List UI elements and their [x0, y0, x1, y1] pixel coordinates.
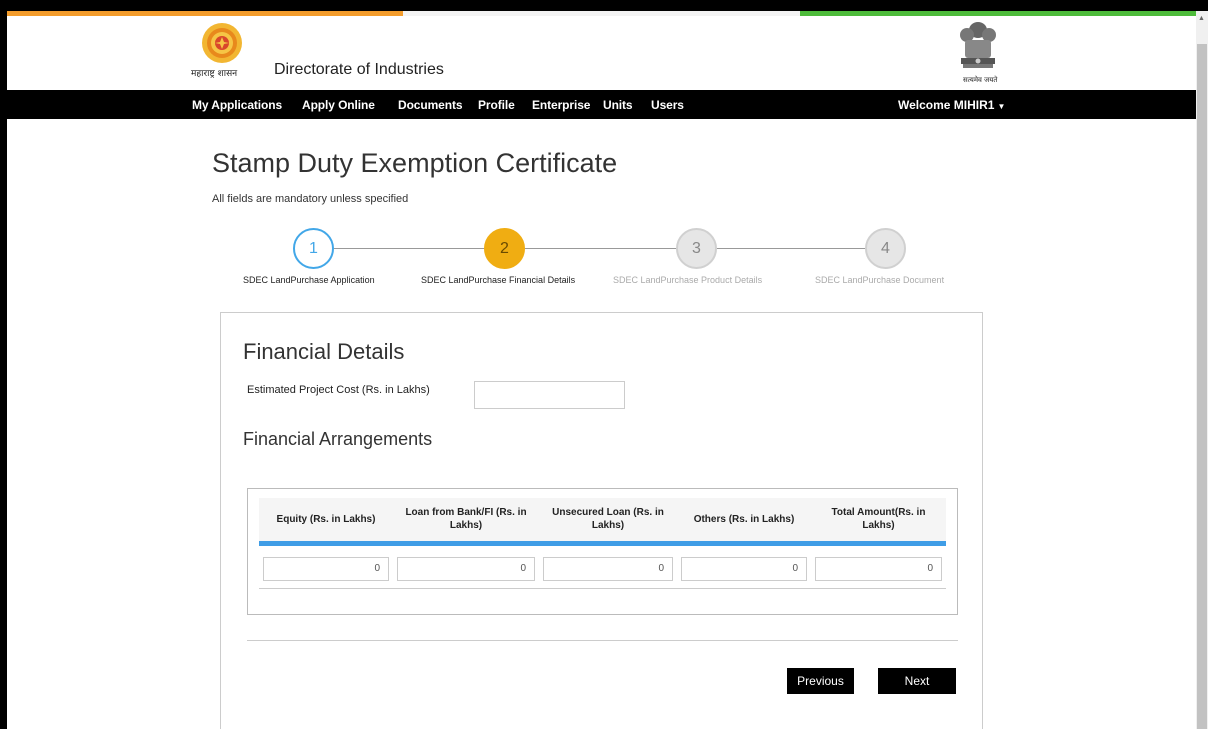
site-header: महाराष्ट्र शासन Directorate of Industrie…: [7, 16, 1196, 90]
financial-arrangements-heading: Financial Arrangements: [243, 429, 433, 449]
previous-button[interactable]: Previous: [787, 668, 854, 694]
loan-bank-input[interactable]: [397, 556, 535, 581]
table-cell: [259, 543, 393, 581]
step-2-label: SDEC LandPurchase Financial Details: [421, 275, 576, 285]
maharashtra-seal-icon: [202, 23, 242, 63]
main-navbar: My Applications Apply Online Documents P…: [7, 90, 1196, 119]
table-row: [259, 543, 946, 581]
table-cell: [677, 543, 811, 581]
maharashtra-logo[interactable]: महाराष्ट्र शासन: [191, 22, 253, 79]
scroll-up-icon[interactable]: ▲: [1198, 15, 1205, 22]
table-cell: [539, 543, 677, 581]
vertical-scrollbar[interactable]: ▲: [1196, 11, 1208, 729]
nav-documents[interactable]: Documents: [398, 98, 463, 112]
step-4-circle[interactable]: 4: [865, 228, 906, 269]
table-cell: [393, 543, 539, 581]
emblem-caption: सत्यमेव जयते: [963, 76, 998, 84]
nav-profile[interactable]: Profile: [478, 98, 515, 112]
nav-my-applications[interactable]: My Applications: [192, 98, 282, 112]
site-title[interactable]: Directorate of Industries: [274, 61, 444, 79]
mandatory-note: All fields are mandatory unless specifie…: [212, 193, 409, 205]
step-connector: [525, 248, 676, 249]
financial-arrangements-table: Equity (Rs. in Lakhs) Loan from Bank/FI …: [259, 498, 946, 581]
table-cell: [811, 543, 946, 581]
step-connector: [334, 248, 484, 249]
step-1-label: SDEC LandPurchase Application: [243, 275, 375, 285]
unsecured-loan-input[interactable]: [543, 556, 673, 581]
user-menu[interactable]: Welcome MIHIR1 ▼: [898, 98, 1005, 112]
step-connector: [717, 248, 865, 249]
table-divider: [259, 588, 946, 589]
column-header-unsecured-loan: Unsecured Loan (Rs. in Lakhs): [539, 498, 677, 546]
total-amount-input[interactable]: [815, 556, 942, 581]
financial-details-heading: Financial Details: [243, 339, 405, 364]
scrollbar-thumb[interactable]: [1197, 44, 1207, 729]
financial-arrangements-panel: Equity (Rs. in Lakhs) Loan from Bank/FI …: [247, 488, 958, 615]
project-cost-input[interactable]: [474, 381, 625, 409]
step-2-circle[interactable]: 2: [484, 228, 525, 269]
equity-input[interactable]: [263, 556, 389, 581]
others-input[interactable]: [681, 556, 807, 581]
nav-units[interactable]: Units: [603, 98, 633, 112]
nav-enterprise[interactable]: Enterprise: [532, 98, 590, 112]
financial-details-card: Financial Details Estimated Project Cost…: [220, 312, 983, 729]
table-header-row: Equity (Rs. in Lakhs) Loan from Bank/FI …: [259, 498, 946, 546]
national-emblem: सत्यमेव जयते: [953, 20, 1003, 88]
nav-apply-online[interactable]: Apply Online: [302, 98, 375, 112]
project-cost-label: Estimated Project Cost (Rs. in Lakhs): [247, 384, 430, 396]
column-header-total-amount: Total Amount(Rs. in Lakhs): [811, 498, 946, 546]
logo-caption: महाराष्ट्र शासन: [191, 69, 238, 79]
welcome-text: Welcome MIHIR1: [898, 98, 995, 112]
column-header-loan-bank: Loan from Bank/FI (Rs. in Lakhs): [393, 498, 539, 546]
caret-down-icon: ▼: [997, 102, 1006, 111]
step-1-circle[interactable]: 1: [293, 228, 334, 269]
form-divider: [247, 640, 958, 641]
page-title: Stamp Duty Exemption Certificate: [212, 148, 618, 178]
step-3-circle[interactable]: 3: [676, 228, 717, 269]
next-button[interactable]: Next: [878, 668, 956, 694]
step-4-label: SDEC LandPurchase Document: [815, 275, 945, 285]
nav-users[interactable]: Users: [651, 98, 684, 112]
browser-viewport: महाराष्ट्र शासन Directorate of Industrie…: [7, 11, 1196, 729]
column-header-equity: Equity (Rs. in Lakhs): [259, 498, 393, 546]
ashoka-emblem-icon: [960, 22, 996, 68]
step-3-label: SDEC LandPurchase Product Details: [613, 275, 763, 285]
column-header-others: Others (Rs. in Lakhs): [677, 498, 811, 546]
